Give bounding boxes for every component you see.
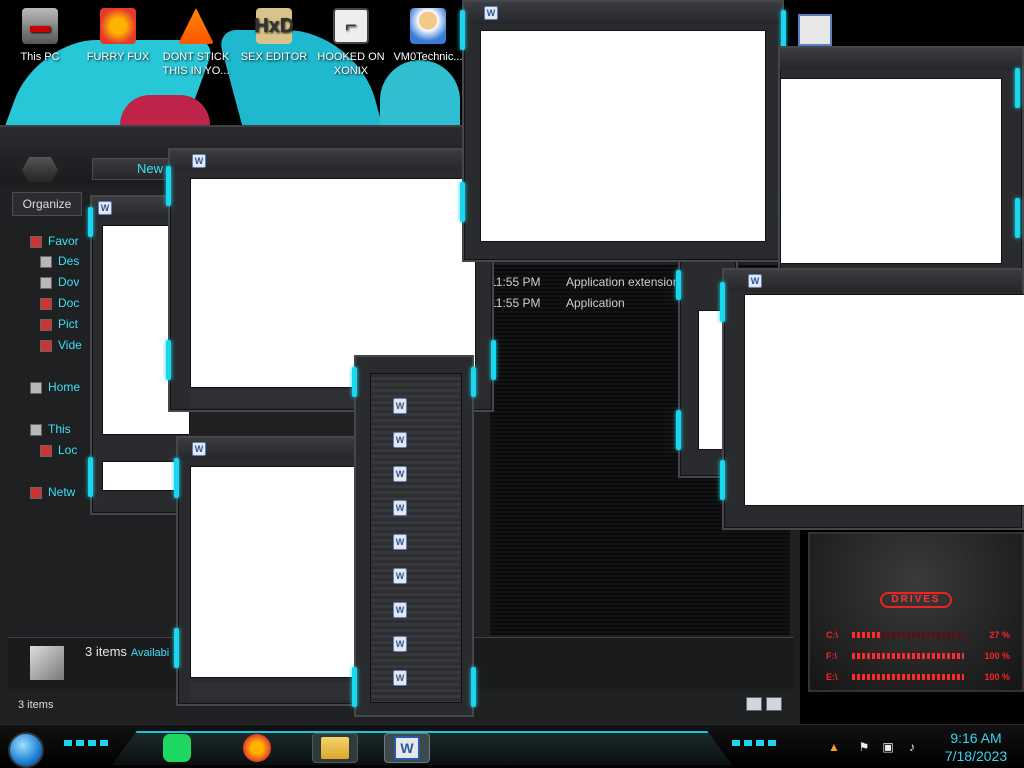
thumbnail-view-icon[interactable] [766, 697, 782, 711]
documents-icon [40, 297, 52, 310]
word-document-area[interactable] [190, 466, 366, 678]
word-document-area[interactable] [480, 30, 766, 242]
desktop-icon-furry-fux[interactable]: FURRY FUX [80, 8, 156, 64]
back-button[interactable] [22, 157, 58, 183]
word-icon: W [98, 201, 112, 215]
new-label: New [137, 161, 164, 176]
file-thumbnail-icon [30, 646, 64, 680]
word-window-thumbnail[interactable]: W [393, 534, 407, 550]
sidebar-item-favorites[interactable]: Favor [30, 232, 79, 250]
drive-row-c: C:\ 27 % [826, 630, 1010, 640]
sidebar-item-videos[interactable]: Vide [40, 336, 82, 354]
desktop-icon-vm0technic[interactable]: VM0Technic... [390, 8, 466, 64]
desktop-icon [40, 255, 52, 268]
status-availability: Availabi [130, 647, 170, 659]
organize-button[interactable]: Organize [12, 192, 82, 216]
details-view-icon[interactable] [746, 697, 762, 711]
word-window-list: W W W W W W W W W [352, 355, 476, 717]
home-icon [30, 381, 42, 394]
taskbar-clock[interactable]: 9:16 AM 7/18/2023 [934, 729, 1018, 765]
word-window-thumbnail[interactable]: W [393, 432, 407, 448]
star-icon [30, 235, 42, 248]
sidebar-item-downloads[interactable]: Dov [40, 273, 79, 291]
word-icon: W [192, 442, 206, 456]
drive-usage-bar [852, 632, 883, 638]
word-icon: W [484, 6, 498, 20]
view-toggle [746, 697, 788, 713]
word-document-area[interactable] [780, 78, 1002, 264]
status-item-count: 3 items [85, 644, 127, 659]
app-tray-icon[interactable]: ▲ [826, 739, 842, 755]
word-window-e[interactable]: W [460, 0, 786, 262]
word-window-f[interactable] [778, 46, 1024, 276]
word-window-thumbnail[interactable]: W [393, 398, 407, 414]
hxd-icon: HxD [254, 8, 294, 44]
network-icon [30, 486, 42, 499]
firefox-icon [100, 8, 136, 44]
drive-usage-bar [852, 653, 964, 659]
word-icon: W [394, 736, 420, 760]
drive-icon [40, 444, 52, 457]
user-icon [410, 8, 446, 44]
clock-date: 7/18/2023 [944, 748, 1008, 764]
volume-icon[interactable]: ♪ [904, 739, 920, 755]
computer-icon: ▬ [22, 8, 58, 44]
word-window-thumbnail[interactable]: W [393, 670, 407, 686]
taskbar: W ▲ ⚑ ▣ ♪ 9:16 AM 7/18/2023 [0, 724, 1024, 768]
drive-usage-bar [852, 674, 964, 680]
sidebar-item-desktop[interactable]: Des [40, 252, 79, 270]
computer-icon [30, 423, 42, 436]
firefox-icon [243, 734, 271, 762]
taskbar-firefox-button[interactable] [240, 733, 274, 763]
sidebar-item-local-disk[interactable]: Loc [40, 441, 77, 459]
word-window-thumbnail[interactable]: W [393, 602, 407, 618]
word-window-c[interactable]: W [174, 436, 366, 706]
word-document-area[interactable] [744, 294, 1024, 506]
game-icon: ⌐ [333, 8, 369, 44]
new-button[interactable]: New [92, 158, 176, 180]
pictures-icon [40, 318, 52, 331]
explorer-sidebar: Favor Des Dov Doc Pict Vide Home This Lo… [10, 226, 88, 626]
word-icon: W [192, 154, 206, 168]
start-button[interactable] [8, 732, 44, 768]
sidebar-item-documents[interactable]: Doc [40, 294, 79, 312]
sidebar-item-this-pc[interactable]: This [30, 420, 71, 438]
word-window-thumbnail[interactable]: W [393, 568, 407, 584]
spotify-icon [163, 734, 191, 762]
drives-title: DRIVES [880, 592, 952, 608]
vlc-icon [178, 8, 214, 44]
sidebar-item-network[interactable]: Netw [30, 483, 75, 501]
system-tray: ▲ ⚑ ▣ ♪ [822, 739, 932, 757]
desktop-icon-sex-editor[interactable]: HxD SEX EDITOR [236, 8, 312, 64]
videos-icon [40, 339, 52, 352]
network-icon[interactable]: ▣ [880, 739, 896, 755]
drives-gadget: DRIVES C:\ 27 % F:\ 100 % E:\ 100 % [808, 532, 1024, 692]
taskbar-explorer-button[interactable] [312, 733, 358, 763]
word-window-thumbnail[interactable]: W [393, 500, 407, 516]
desktop-icon-this-pc[interactable]: ▬ This PC [2, 8, 78, 64]
statusbar-item-count: 3 items [18, 699, 54, 711]
taskbar-word-button[interactable]: W [384, 733, 430, 763]
sidebar-item-pictures[interactable]: Pict [40, 315, 78, 333]
sidebar-item-home[interactable]: Home [30, 378, 80, 396]
clock-time: 9:16 AM [950, 730, 1002, 746]
flag-icon[interactable]: ⚑ [856, 739, 872, 755]
word-window-thumbnail[interactable]: W [393, 466, 407, 482]
drive-row-e: E:\ 100 % [826, 672, 1010, 682]
download-icon [40, 276, 52, 289]
folder-icon [321, 737, 349, 759]
word-window-g[interactable]: W [720, 268, 1024, 530]
drive-row-f: F:\ 100 % [826, 651, 1010, 661]
word-icon: W [748, 274, 762, 288]
taskbar-spotify-button[interactable] [160, 733, 194, 763]
desktop-icon-dont-stick[interactable]: DONT STICK THIS IN YO... [158, 8, 234, 78]
desktop-icon-hooked-on-xonix[interactable]: ⌐ HOOKED ON XONIX [313, 8, 389, 78]
word-window-thumbnail[interactable]: W [393, 636, 407, 652]
word-icon[interactable] [798, 14, 832, 46]
